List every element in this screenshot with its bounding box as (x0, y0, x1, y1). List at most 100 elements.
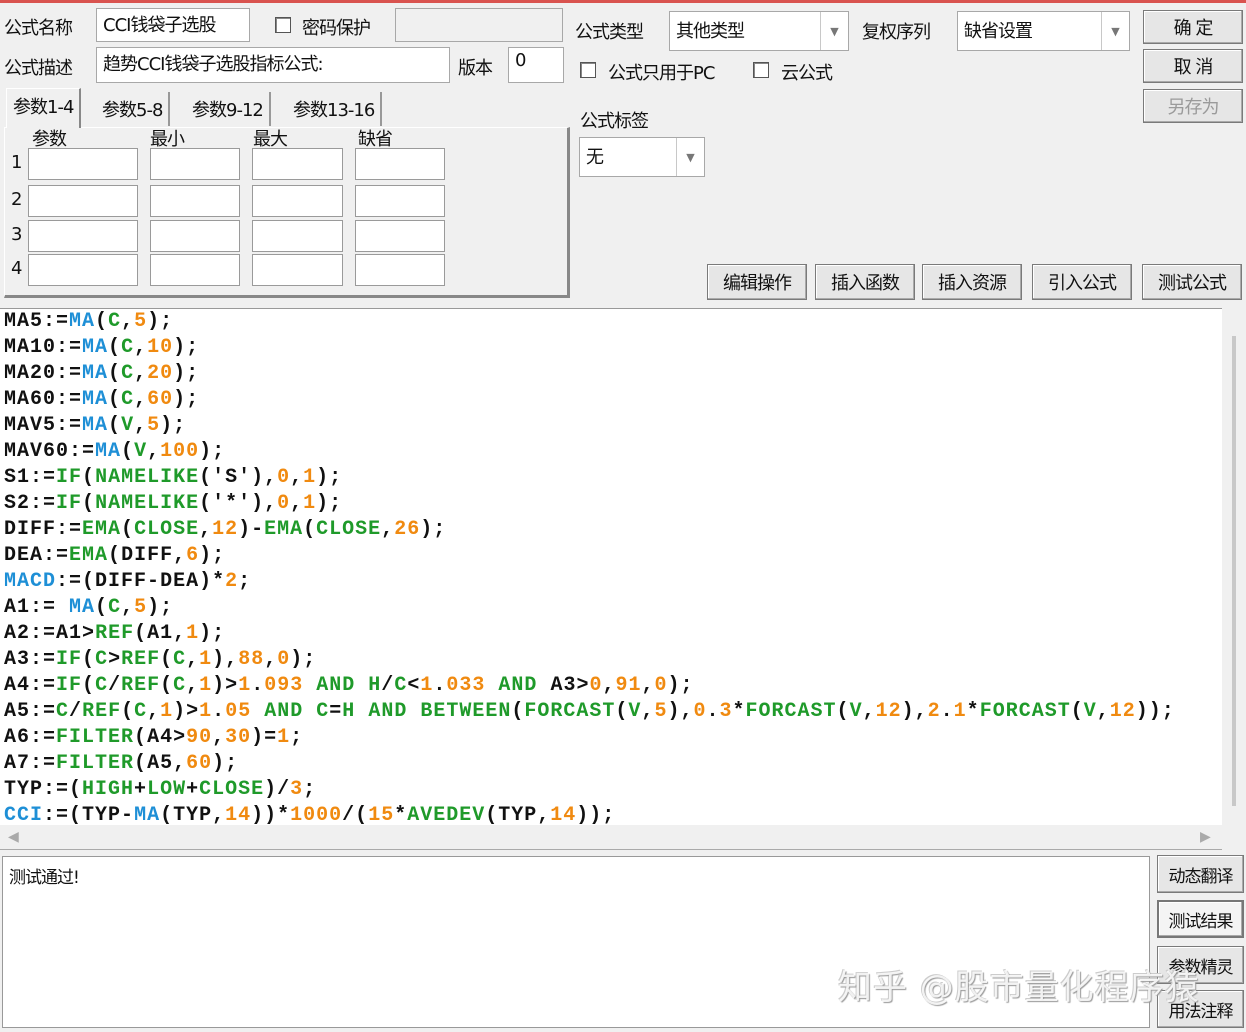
pc-only-checkbox[interactable] (580, 62, 596, 78)
param-cell-name[interactable] (28, 220, 138, 252)
cloud-checkbox[interactable] (753, 62, 769, 78)
tab-params-13-16[interactable]: 参数13-16 (287, 92, 383, 126)
tab-params-9-12[interactable]: 参数9-12 (186, 92, 271, 126)
code-token-operator: ; (238, 570, 252, 593)
code-token-operator: ), (667, 700, 694, 723)
code-token-operator: * (966, 700, 980, 723)
param-cell-min[interactable] (150, 185, 240, 217)
code-token-variable: TYP (498, 804, 538, 825)
scroll-right-icon[interactable]: ▶ (1200, 829, 1211, 845)
code-token-function: NAMELIKE (95, 466, 200, 489)
param-cell-default[interactable] (355, 185, 445, 217)
code-token-operator: := (30, 648, 57, 671)
code-token-operator: :=( (43, 804, 83, 825)
save-as-button[interactable]: 另存为 (1143, 89, 1243, 123)
tab-params-5-8[interactable]: 参数5-8 (96, 92, 171, 126)
code-token-operator: ( (82, 648, 96, 671)
param-cell-min[interactable] (150, 148, 240, 180)
formula-type-select[interactable]: 其他类型 ▼ (669, 11, 849, 51)
code-token-operator: , (173, 752, 187, 775)
code-token-operator: . (706, 700, 720, 723)
code-token-operator: . (212, 700, 226, 723)
code-token-function: REF (121, 648, 161, 671)
code-token-operator: ))* (251, 804, 291, 825)
code-token-operator: , (186, 674, 200, 697)
code-token-operator: ); (667, 674, 694, 697)
chevron-down-icon[interactable]: ▼ (1101, 12, 1129, 50)
code-token-operator: ( (134, 622, 148, 645)
code-token-variable: A7 (4, 752, 31, 775)
code-token-operator: ); (160, 414, 187, 437)
vertical-scrollbar[interactable] (1222, 308, 1246, 825)
code-token-function: C (108, 596, 122, 619)
code-token-function: C (121, 388, 135, 411)
rights-select[interactable]: 缺省设置 ▼ (957, 11, 1130, 51)
code-token-operator (303, 674, 316, 697)
pc-only-label: 公式只用于PC (608, 63, 715, 84)
version-input[interactable]: 0 (508, 47, 564, 83)
param-cell-name[interactable] (28, 254, 138, 286)
password-input[interactable] (395, 8, 563, 42)
code-token-operator: ); (147, 596, 174, 619)
side-button[interactable]: 动态翻译 (1157, 855, 1244, 893)
formula-name-input[interactable]: CCI钱袋子选股 (96, 8, 250, 42)
cancel-button[interactable]: 取 消 (1143, 49, 1243, 83)
code-token-function: AND (368, 700, 408, 723)
code-token-operator: ( (615, 700, 629, 723)
chevron-down-icon[interactable]: ▼ (676, 138, 704, 176)
formula-desc-input[interactable]: 趋势CCI钱袋子选股指标公式: (96, 47, 450, 83)
code-line: DEA:=EMA(DIFF,6); (0, 543, 1222, 569)
ok-button[interactable]: 确 定 (1143, 10, 1243, 44)
param-cell-min[interactable] (150, 220, 240, 252)
code-token-variable: S1 (4, 466, 31, 489)
param-cell-max[interactable] (252, 148, 343, 180)
param-cell-default[interactable] (355, 254, 445, 286)
code-token-function: CLOSE (199, 778, 265, 801)
param-cell-max[interactable] (252, 254, 343, 286)
tab-params-1-4[interactable]: 参数1-4 (6, 88, 82, 128)
scrollbar-thumb[interactable] (1232, 336, 1236, 806)
code-token-function: AND (316, 674, 356, 697)
code-token-number: 05 (225, 700, 252, 723)
code-token-operator: ); (199, 440, 226, 463)
rights-label: 复权序列 (862, 22, 931, 43)
code-token-operator: , (173, 622, 187, 645)
rights-value: 缺省设置 (964, 21, 1033, 42)
param-cell-name[interactable] (28, 185, 138, 217)
side-button[interactable]: 测试结果 (1157, 900, 1244, 938)
code-line: MA5:=MA(C,5); (0, 309, 1222, 335)
code-token-number: 3 (719, 700, 733, 723)
toolbar-button[interactable]: 插入资源 (922, 264, 1022, 300)
toolbar-button[interactable]: 插入函数 (815, 264, 915, 300)
param-cell-name[interactable] (28, 148, 138, 180)
toolbar-button[interactable]: 编辑操作 (707, 264, 807, 300)
code-token-variable: MA5 (4, 310, 44, 333)
code-token-number: 1 (277, 726, 291, 749)
code-token-number: 3 (290, 778, 304, 801)
toolbar-button[interactable]: 测试公式 (1142, 264, 1242, 300)
param-cell-max[interactable] (252, 220, 343, 252)
code-token-operator: , (862, 700, 876, 723)
code-token-number: 1 (238, 674, 252, 697)
param-cell-max[interactable] (252, 185, 343, 217)
code-token-function: C (394, 674, 408, 697)
password-checkbox[interactable] (275, 17, 291, 33)
code-token-number: 0 (277, 466, 291, 489)
code-line: A4:=IF(C/REF(C,1)>1.093 AND H/C<1.033 AN… (0, 673, 1222, 699)
horizontal-scrollbar[interactable]: ◀ ▶ (0, 825, 1222, 850)
toolbar-button[interactable]: 引入公式 (1032, 264, 1132, 300)
code-token-operator: := (56, 388, 83, 411)
param-cell-default[interactable] (355, 148, 445, 180)
scroll-left-icon[interactable]: ◀ (8, 829, 19, 845)
param-cell-default[interactable] (355, 220, 445, 252)
code-token-number: 12 (875, 700, 902, 723)
param-cell-min[interactable] (150, 254, 240, 286)
tag-select[interactable]: 无 ▼ (579, 137, 705, 177)
code-token-operator: , (290, 466, 304, 489)
code-token-operator (485, 674, 498, 697)
code-token-operator: ); (147, 310, 174, 333)
code-token-operator: :=( (43, 778, 83, 801)
code-editor[interactable]: MA5:=MA(C,5); MA10:=MA(C,10); MA20:=MA(C,2… (0, 308, 1222, 825)
chevron-down-icon[interactable]: ▼ (820, 12, 848, 50)
code-token-operator: ); (316, 466, 343, 489)
